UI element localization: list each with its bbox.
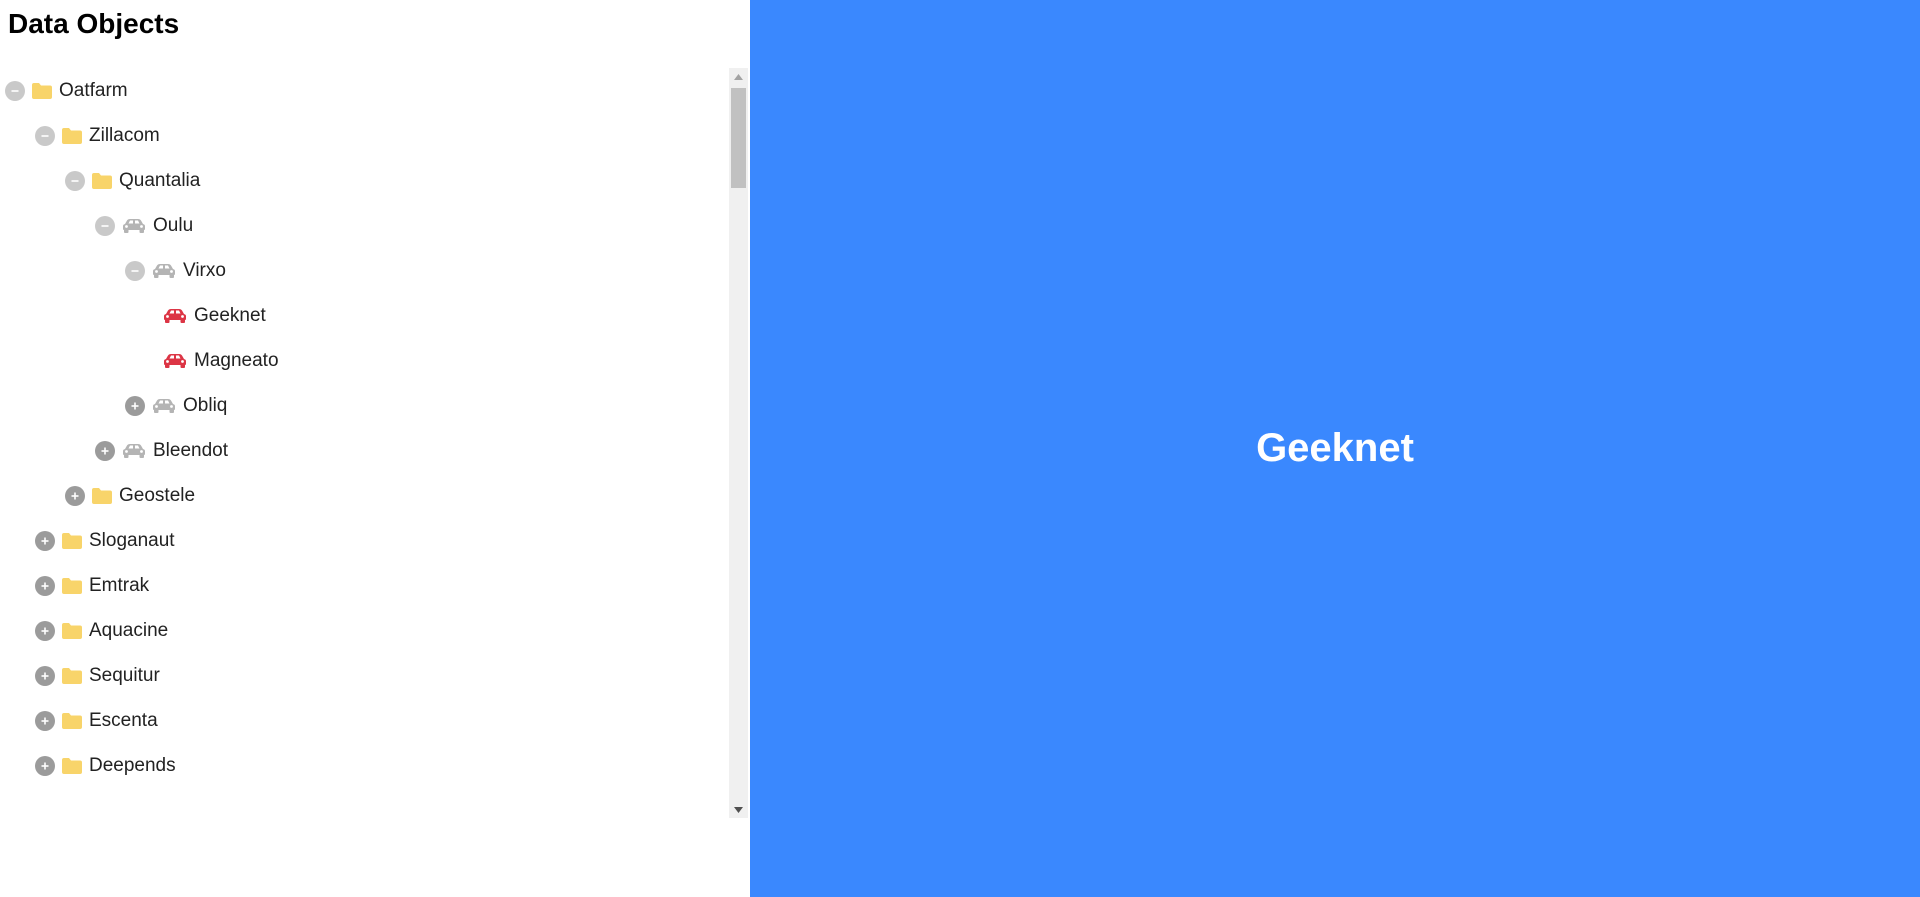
tree-node-label: Bleendot [153,439,229,461]
car-icon [162,353,188,369]
tree-node-sequitur[interactable]: Sequitur [35,653,160,698]
tree-node-label: Aquacine [89,619,169,641]
expand-icon[interactable] [35,530,55,551]
tree-node-magneato[interactable]: Magneato [162,338,279,383]
tree-node-sloganaut[interactable]: Sloganaut [35,518,175,563]
tree-pane: Data Objects Oatfarm Zillacom Quantalia Oul… [0,0,750,897]
tree-node-obliq[interactable]: Obliq [125,383,227,428]
scroll-down-arrow[interactable] [729,801,748,818]
car-icon [151,398,177,414]
collapse-icon[interactable] [125,260,145,281]
detail-title: Geeknet [1256,426,1414,470]
folder-icon [91,487,113,505]
tree-node-label: Sequitur [89,664,160,686]
collapse-icon[interactable] [35,125,55,146]
tree-node-label: Geeknet [194,304,266,326]
folder-icon [31,82,53,100]
expand-icon[interactable] [125,395,145,416]
tree-node-label: Escenta [89,709,158,731]
tree-node-label: Virxo [183,259,226,281]
tree-view: Oatfarm Zillacom Quantalia Oulu Virxo Geeknet… [0,68,748,818]
tree-node-label: Emtrak [89,574,150,596]
detail-panel: Geeknet [750,0,1920,897]
tree-list: Oatfarm Zillacom Quantalia Oulu Virxo Geeknet… [0,68,748,818]
collapse-icon[interactable] [65,170,85,191]
tree-node-geostele[interactable]: Geostele [65,473,195,518]
page-title: Data Objects [8,8,180,39]
expand-icon[interactable] [95,440,115,461]
folder-icon [61,757,83,775]
scrollbar-thumb[interactable] [731,88,746,188]
expand-icon[interactable] [35,665,55,686]
tree-node-zillacom[interactable]: Zillacom [35,113,160,158]
collapse-icon[interactable] [5,80,25,101]
folder-icon [61,712,83,730]
folder-icon [61,127,83,145]
tree-node-label: Zillacom [89,124,160,146]
folder-icon [91,172,113,190]
scroll-up-arrow[interactable] [729,68,748,85]
car-icon [121,443,147,459]
expand-icon[interactable] [35,710,55,731]
collapse-icon[interactable] [95,215,115,236]
tree-node-label: Oatfarm [59,79,128,101]
tree-node-geeknet[interactable]: Geeknet [162,293,266,338]
tree-node-escenta[interactable]: Escenta [35,698,158,743]
folder-icon [61,667,83,685]
tree-node-label: Geostele [119,484,196,506]
tree-node-label: Quantalia [119,169,201,191]
tree-node-deepends[interactable]: Deepends [35,743,176,788]
folder-icon [61,622,83,640]
expand-icon[interactable] [35,755,55,776]
car-icon [121,218,147,234]
car-icon [151,263,177,279]
tree-node-aquacine[interactable]: Aquacine [35,608,168,653]
tree-node-label: Obliq [183,394,228,416]
tree-node-quantalia[interactable]: Quantalia [65,158,200,203]
tree-node-label: Oulu [153,214,194,236]
tree-node-emtrak[interactable]: Emtrak [35,563,149,608]
tree-node-oatfarm[interactable]: Oatfarm [5,68,128,113]
tree-node-label: Magneato [194,349,279,371]
folder-icon [61,532,83,550]
folder-icon [61,577,83,595]
tree-node-label: Deepends [89,754,176,776]
tree-node-label: Sloganaut [89,529,175,551]
expand-icon[interactable] [65,485,85,506]
tree-node-virxo[interactable]: Virxo [125,248,226,293]
vertical-scrollbar[interactable] [729,68,748,818]
tree-node-bleendot[interactable]: Bleendot [95,428,228,473]
expand-icon[interactable] [35,575,55,596]
tree-node-oulu[interactable]: Oulu [95,203,193,248]
car-icon [162,308,188,324]
expand-icon[interactable] [35,620,55,641]
